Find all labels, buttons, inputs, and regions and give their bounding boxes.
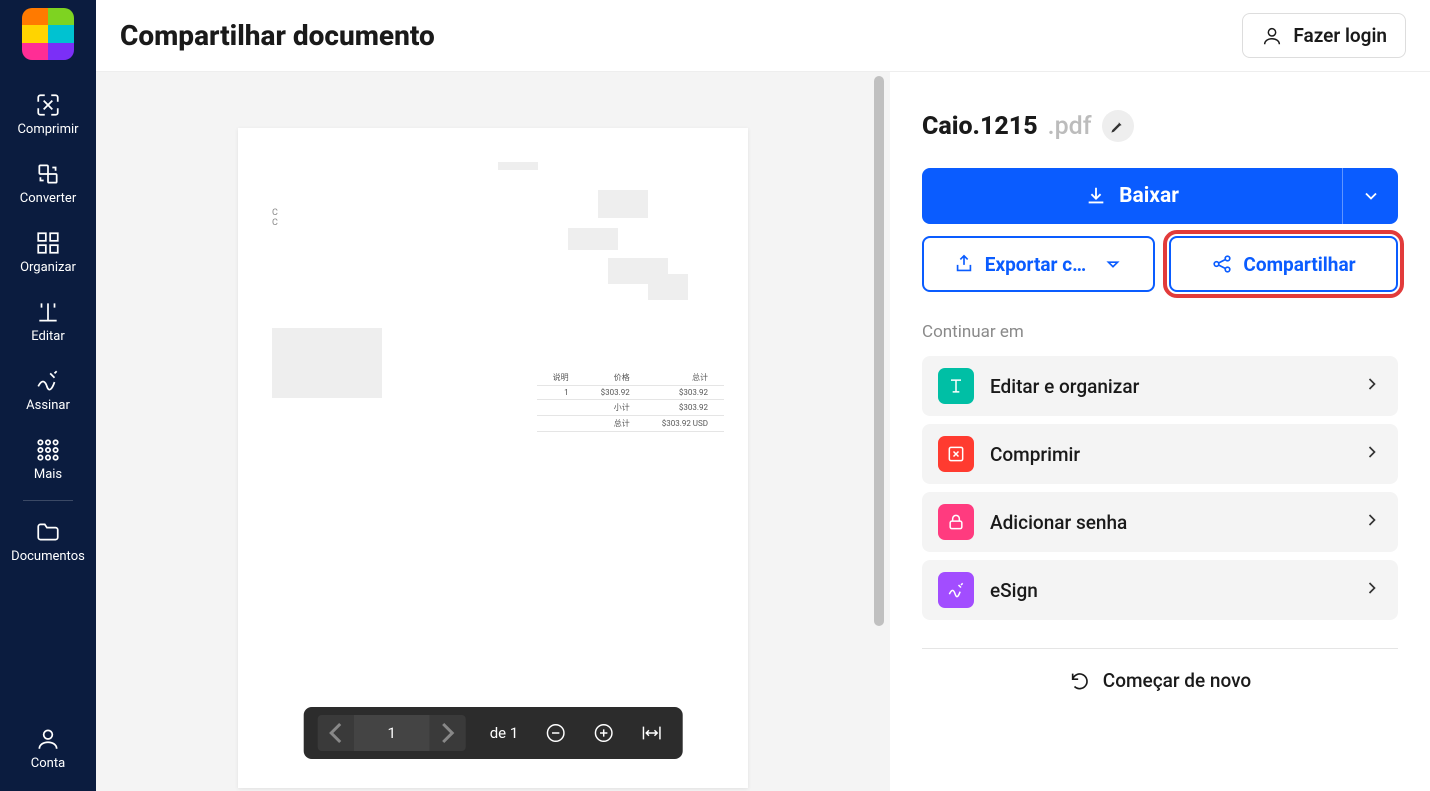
start-over-label: Começar de novo (1103, 669, 1251, 692)
pdf-viewer: C C 说明价格总计 1$303.92$303.92 小计$303.92 总计$… (96, 72, 890, 791)
sidebar: Comprimir Converter Organizar Editar Ass… (0, 0, 96, 791)
continue-label-text: Editar e organizar (990, 375, 1346, 398)
continue-label-text: Adicionar senha (990, 511, 1346, 534)
compress-icon (35, 92, 61, 118)
export-as-button[interactable]: Exportar c… (922, 236, 1155, 292)
convert-icon (35, 161, 61, 187)
refresh-icon (1069, 670, 1091, 692)
sidebar-item-documents[interactable]: Documentos (0, 507, 96, 576)
start-over-button[interactable]: Começar de novo (922, 669, 1398, 692)
filename-row: Caio.1215 .pdf (922, 110, 1398, 142)
folder-icon (35, 519, 61, 545)
compress-icon (938, 436, 974, 472)
sidebar-label: Editar (31, 329, 65, 344)
download-icon (1085, 185, 1107, 207)
sidebar-item-sign[interactable]: Assinar (0, 356, 96, 425)
rename-button[interactable] (1102, 110, 1134, 142)
share-button[interactable]: Compartilhar (1169, 236, 1398, 292)
organize-icon (35, 230, 61, 256)
login-button[interactable]: Fazer login (1242, 13, 1406, 58)
sidebar-label: Documentos (11, 549, 85, 564)
lock-icon (938, 504, 974, 540)
continue-item-password[interactable]: Adicionar senha (922, 492, 1398, 552)
chevron-right-icon (1362, 578, 1382, 602)
continue-item-edit[interactable]: Editar e organizar (922, 356, 1398, 416)
chevron-right-icon (1362, 374, 1382, 398)
next-page-button[interactable] (430, 715, 466, 751)
filename-ext: .pdf (1048, 112, 1092, 141)
continue-label-text: eSign (990, 579, 1346, 602)
sidebar-label: Mais (34, 467, 62, 482)
download-button[interactable]: Baixar (922, 168, 1342, 224)
continue-label-text: Comprimir (990, 443, 1346, 466)
page-of-label: de 1 (490, 724, 519, 742)
sidebar-item-more[interactable]: Mais (0, 425, 96, 494)
sidebar-item-account[interactable]: Conta (0, 714, 96, 791)
user-icon (35, 726, 61, 752)
continue-item-compress[interactable]: Comprimir (922, 424, 1398, 484)
page-number-input[interactable]: 1 (354, 715, 430, 751)
sidebar-divider (23, 500, 73, 501)
edit-icon (35, 299, 61, 325)
chevron-right-icon (430, 715, 466, 751)
text-icon (938, 368, 974, 404)
prev-page-button[interactable] (318, 715, 354, 751)
fit-width-button[interactable] (634, 716, 668, 750)
export-icon (953, 253, 975, 275)
sidebar-label: Assinar (26, 398, 70, 413)
invoice-left-text: C C (272, 208, 278, 228)
share-icon (1211, 253, 1233, 275)
caret-down-icon (1102, 253, 1124, 275)
grid-icon (35, 437, 61, 463)
continue-item-esign[interactable]: eSign (922, 560, 1398, 620)
sidebar-item-edit[interactable]: Editar (0, 287, 96, 356)
download-options-button[interactable] (1342, 168, 1398, 224)
header: Compartilhar documento Fazer login (96, 0, 1430, 72)
chevron-right-icon (1362, 442, 1382, 466)
sign-icon (35, 368, 61, 394)
app-logo[interactable] (22, 8, 74, 60)
fit-width-icon (640, 722, 662, 744)
invoice-table: 说明价格总计 1$303.92$303.92 小计$303.92 总计$303.… (537, 370, 724, 432)
zoom-in-button[interactable] (586, 716, 620, 750)
viewer-scrollbar[interactable] (874, 76, 886, 781)
sidebar-label: Conta (31, 756, 65, 771)
minus-circle-icon (544, 722, 566, 744)
viewer-toolbar: 1 de 1 (304, 707, 683, 759)
continue-label: Continuar em (922, 322, 1398, 342)
plus-circle-icon (592, 722, 614, 744)
download-label: Baixar (1119, 184, 1179, 208)
signature-icon (938, 572, 974, 608)
sidebar-label: Organizar (20, 260, 76, 275)
action-panel: Caio.1215 .pdf Baixar (890, 72, 1430, 791)
pdf-page[interactable]: C C 说明价格总计 1$303.92$303.92 小计$303.92 总计$… (238, 128, 748, 788)
sidebar-item-compress[interactable]: Comprimir (0, 80, 96, 149)
export-label: Exportar c… (985, 253, 1086, 276)
panel-divider (922, 648, 1398, 649)
page-title: Compartilhar documento (120, 19, 435, 52)
sidebar-item-organize[interactable]: Organizar (0, 218, 96, 287)
filename-text: Caio.1215 (922, 112, 1038, 141)
zoom-out-button[interactable] (538, 716, 572, 750)
chevron-right-icon (1362, 510, 1382, 534)
sidebar-label: Converter (20, 191, 76, 206)
user-icon (1261, 25, 1283, 47)
share-label: Compartilhar (1243, 253, 1355, 276)
sidebar-label: Comprimir (17, 122, 78, 137)
chevron-left-icon (318, 715, 354, 751)
chevron-down-icon (1361, 186, 1381, 206)
sidebar-item-convert[interactable]: Converter (0, 149, 96, 218)
pencil-icon (1110, 119, 1125, 134)
login-label: Fazer login (1293, 24, 1387, 47)
